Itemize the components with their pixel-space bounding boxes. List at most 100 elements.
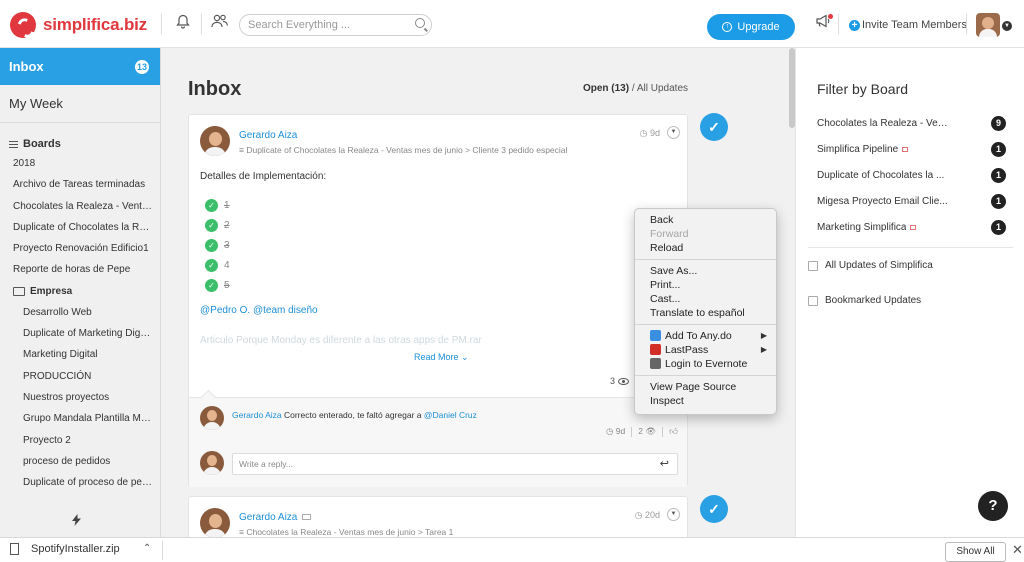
board-item[interactable]: Duplicate of Marketing Digital: [0, 323, 160, 344]
reply-box[interactable]: ↩: [232, 453, 678, 475]
menu-item-reload[interactable]: Reload: [635, 241, 776, 255]
board-item[interactable]: Nuestros proyectos: [0, 387, 160, 408]
checklist-item[interactable]: ✓ 4: [205, 259, 230, 272]
show-all-button[interactable]: Show All: [945, 542, 1006, 562]
mentions[interactable]: @Pedro O. @team diseño: [200, 305, 318, 316]
bell-icon[interactable]: [173, 14, 193, 34]
avatar[interactable]: [200, 508, 230, 537]
help-button[interactable]: ?: [978, 491, 1008, 521]
menu-item-forward: Forward: [650, 228, 689, 240]
lightning-icon[interactable]: [72, 514, 81, 529]
logo-icon: [10, 12, 36, 38]
board-item[interactable]: PRODUCCIÓN: [0, 366, 160, 387]
board-item[interactable]: Chocolates la Realeza - Ventas ...: [0, 196, 160, 217]
filter-all-updates[interactable]: / All Updates: [629, 83, 688, 94]
checklist-item[interactable]: ✓ 1: [205, 199, 230, 212]
menu-item-view-source[interactable]: View Page Source: [635, 380, 776, 394]
read-more-link[interactable]: Read More ⌄: [414, 352, 469, 363]
chevron-up-icon[interactable]: ⌃: [143, 543, 151, 554]
reply-input[interactable]: [239, 454, 639, 474]
reply-mention[interactable]: @Daniel Cruz: [424, 410, 477, 420]
board-item[interactable]: Archivo de Tareas terminadas: [0, 174, 160, 195]
checklist-item[interactable]: ✓ 5: [205, 279, 230, 292]
board-item[interactable]: Desarrollo Web: [0, 302, 160, 323]
menu-item-login-evernote[interactable]: Login to Evernote: [635, 357, 776, 371]
chevron-down-icon[interactable]: ▼: [667, 508, 680, 521]
board-item[interactable]: Proyecto 2: [0, 430, 160, 451]
breadcrumb[interactable]: ≡ Chocolates la Realeza - Ventas mes de …: [239, 527, 453, 537]
sidebar-item-label: Inbox: [9, 59, 44, 74]
checklist-item[interactable]: ✓ 2: [205, 219, 230, 232]
checkbox[interactable]: [808, 260, 818, 271]
search-icon[interactable]: [415, 18, 425, 28]
chevron-down-icon[interactable]: ▼: [667, 126, 680, 139]
avatar[interactable]: [200, 126, 230, 156]
menu-item-add-to-anydo[interactable]: Add To Any.do ▶: [635, 329, 776, 343]
folder-empresa[interactable]: Empresa: [0, 281, 160, 302]
invite-team-members-button[interactable]: + Invite Team Members: [849, 19, 967, 31]
search-input[interactable]: [248, 15, 418, 35]
mark-done-button[interactable]: ✓: [700, 495, 728, 523]
reply-views[interactable]: 2 👁: [638, 426, 656, 437]
mark-done-button[interactable]: ✓: [700, 113, 728, 141]
avatar[interactable]: [200, 406, 224, 430]
file-icon: [10, 543, 19, 555]
checkbox[interactable]: [808, 295, 818, 306]
board-item[interactable]: Marketing Digital: [0, 344, 160, 365]
upgrade-button[interactable]: ↑ Upgrade: [707, 14, 795, 40]
filter-open[interactable]: Open (13): [583, 83, 629, 94]
divider: [161, 14, 162, 34]
filter-board-item[interactable]: Migesa Proyecto Email Clie... 1: [817, 194, 1006, 209]
close-icon[interactable]: ✕: [1012, 542, 1023, 558]
board-item[interactable]: Duplicate of proceso de pedid...: [0, 472, 160, 493]
menu-item-inspect[interactable]: Inspect: [635, 394, 776, 408]
reply-author[interactable]: Gerardo Aiza: [232, 410, 282, 420]
menu-separator: [635, 324, 776, 325]
checklist-item[interactable]: ✓ 3: [205, 239, 230, 252]
count-badge: 1: [991, 168, 1006, 183]
reply-send-icon[interactable]: ↩: [660, 457, 669, 470]
menu-icon: [9, 140, 18, 148]
breadcrumb[interactable]: ≡ Duplicate of Chocolates la Realeza - V…: [239, 145, 567, 155]
megaphone-icon[interactable]: [813, 14, 833, 34]
filter-board-item[interactable]: Marketing Simplifica 1: [817, 220, 1006, 235]
views-count[interactable]: 3: [610, 376, 630, 386]
menu-item-cast[interactable]: Cast...: [635, 292, 776, 306]
board-item[interactable]: Duplicate of Chocolates la Reale...: [0, 217, 160, 238]
board-item[interactable]: Proyecto Renovación Edificio1: [0, 238, 160, 259]
people-icon[interactable]: [210, 14, 230, 34]
bookmarked-filter[interactable]: Bookmarked Updates: [808, 295, 921, 306]
author-name[interactable]: Gerardo Aiza: [239, 512, 312, 523]
submenu-arrow-icon: ▶: [760, 345, 767, 354]
download-item[interactable]: SpotifyInstaller.zip: [10, 543, 120, 555]
filter-board-name: Simplifica Pipeline: [817, 144, 899, 155]
menu-item-back[interactable]: Back: [635, 213, 776, 227]
board-item[interactable]: 2018: [0, 153, 160, 174]
logo[interactable]: simplifica.biz: [10, 12, 147, 38]
sidebar-item-inbox[interactable]: Inbox 13: [0, 48, 160, 85]
boards-label: Boards: [23, 138, 61, 150]
user-avatar[interactable]: [976, 13, 1000, 37]
board-item[interactable]: Grupo Mandala Plantilla Mens...: [0, 408, 160, 429]
like-icon[interactable]: 👍︎: [669, 426, 678, 437]
menu-item-translate[interactable]: Translate to español: [635, 306, 776, 320]
menu-item-print[interactable]: Print...: [635, 278, 776, 292]
boards-header[interactable]: Boards: [0, 123, 160, 153]
sidebar-item-my-week[interactable]: My Week: [0, 85, 160, 123]
board-item[interactable]: Reporte de horas de Pepe: [0, 259, 160, 280]
chevron-down-icon[interactable]: ▼: [1002, 21, 1012, 31]
filter-board-item[interactable]: Chocolates la Realeza - Ven... 9: [817, 116, 1006, 131]
menu-item-lastpass[interactable]: LastPass ▶: [635, 343, 776, 357]
filter-board-item[interactable]: Simplifica Pipeline 1: [817, 142, 1006, 157]
board-item[interactable]: proceso de pedidos: [0, 451, 160, 472]
sidebar: Inbox 13 My Week Boards 2018 Archivo de …: [0, 48, 161, 537]
reply-meta: ◷ 9d 2 👁 👍︎: [606, 426, 678, 437]
all-updates-filter[interactable]: All Updates of Simplifica: [808, 260, 933, 271]
filter-board-item[interactable]: Duplicate of Chocolates la ... 1: [817, 168, 1006, 183]
faded-text: Articulo Porque Monday es diferente a la…: [200, 335, 482, 346]
search-box[interactable]: [239, 14, 432, 36]
author-name[interactable]: Gerardo Aiza: [239, 130, 297, 141]
filter-board-name: Marketing Simplifica: [817, 222, 907, 233]
menu-item-save-as[interactable]: Save As...: [635, 264, 776, 278]
notification-dot: [828, 14, 833, 19]
